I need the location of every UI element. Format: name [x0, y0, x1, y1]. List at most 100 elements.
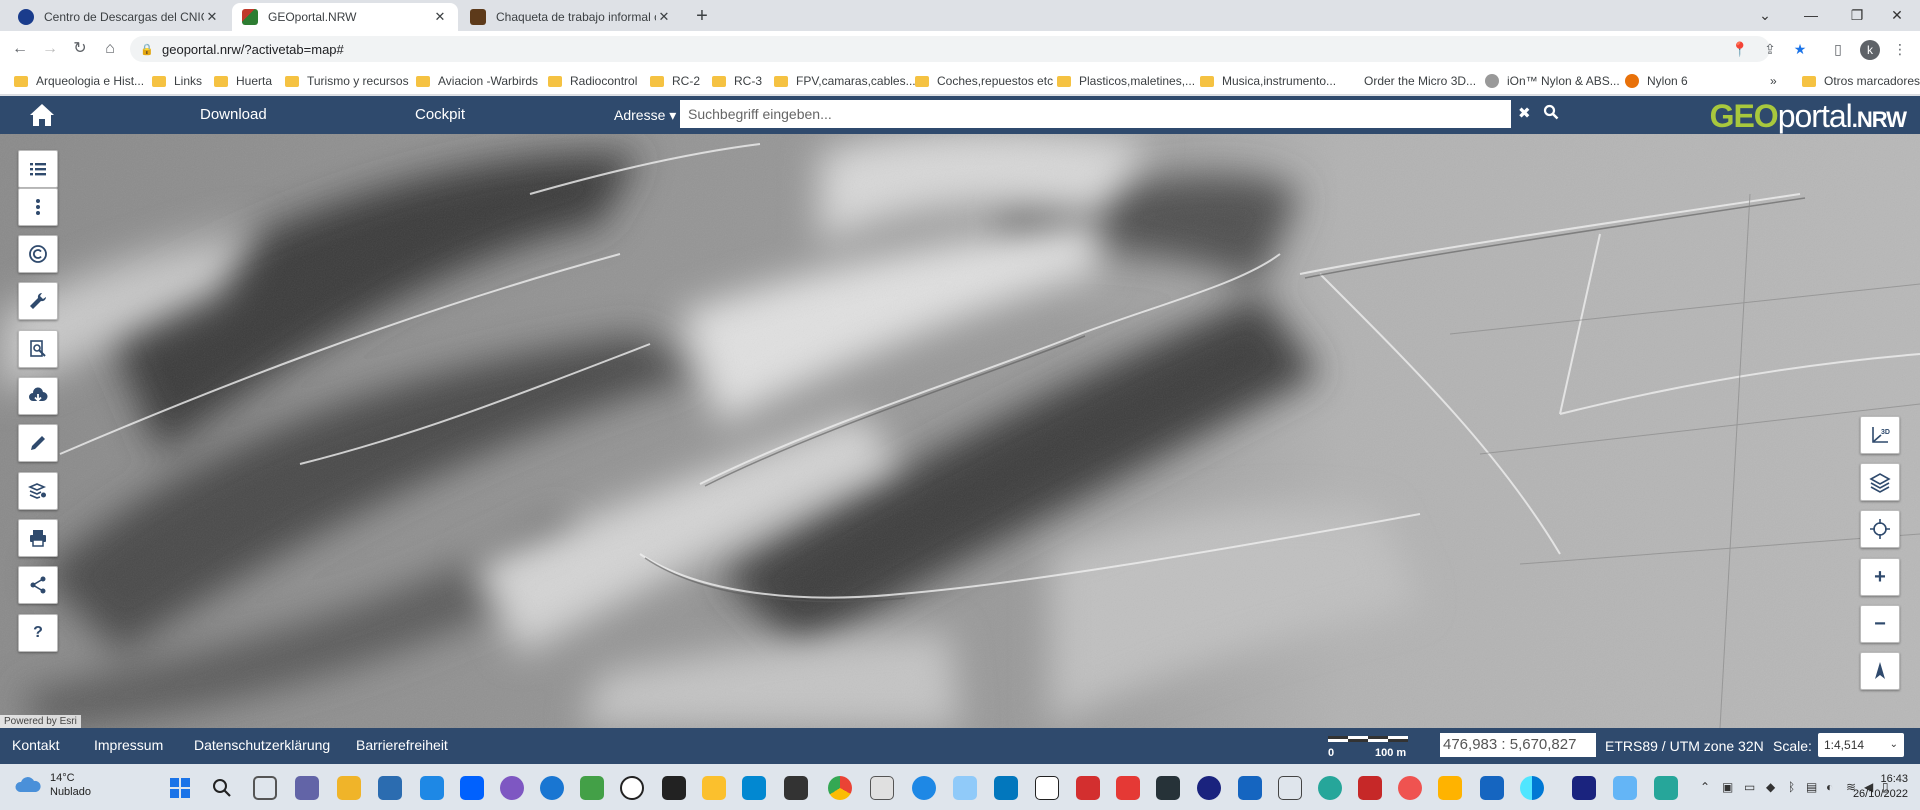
slack-icon[interactable]: [662, 776, 686, 800]
help-app-icon[interactable]: [540, 776, 564, 800]
tab-geoportal[interactable]: GEOportal.NRW ✕: [232, 3, 458, 31]
photos-app-icon[interactable]: [1238, 776, 1262, 800]
profile-avatar[interactable]: k: [1858, 37, 1882, 61]
acrobat-icon[interactable]: [1076, 776, 1100, 800]
chrome-icon[interactable]: [828, 776, 852, 800]
search-icon[interactable]: [1543, 104, 1559, 124]
address-bar[interactable]: 🔒 geoportal.nrw/?activetab=map#: [130, 36, 1770, 62]
bookmark-link[interactable]: iOn™ Nylon & ABS...: [1485, 72, 1620, 90]
bookmark-folder[interactable]: Turismo y recursos: [285, 72, 409, 90]
taskbar-search-icon[interactable]: [210, 776, 234, 800]
windows-start-icon[interactable]: [168, 776, 192, 800]
vscode-icon[interactable]: [1613, 776, 1637, 800]
tray-app2-icon[interactable]: ▤: [1806, 780, 1817, 794]
locate-button[interactable]: [1860, 510, 1900, 548]
tab-chaqueta[interactable]: Chaqueta de trabajo informal cál ✕: [460, 3, 682, 31]
mail-icon[interactable]: [420, 776, 444, 800]
tab-cnig[interactable]: Centro de Descargas del CNIG (I ✕: [8, 3, 230, 31]
system-clock[interactable]: 16:43 26/10/2022: [1853, 772, 1908, 802]
other-bookmarks-folder[interactable]: Otros marcadores: [1802, 72, 1920, 90]
zoom-out-button[interactable]: −: [1860, 605, 1900, 643]
home-icon[interactable]: [28, 102, 56, 128]
blocked-app-icon[interactable]: [912, 776, 936, 800]
bookmark-star-icon[interactable]: ★: [1788, 37, 1812, 61]
pdf-app-icon[interactable]: [1116, 776, 1140, 800]
footer-link-kontakt[interactable]: Kontakt: [12, 737, 59, 753]
draw-button[interactable]: [18, 424, 58, 462]
bookmark-folder[interactable]: RC-3: [712, 72, 762, 90]
film-app-icon[interactable]: [784, 776, 808, 800]
nav-download[interactable]: Download: [200, 106, 267, 123]
blue-app-icon[interactable]: [1480, 776, 1504, 800]
share-button[interactable]: [18, 566, 58, 604]
gear-app-icon[interactable]: [1197, 776, 1221, 800]
tray-chevron-up-icon[interactable]: ⌃: [1700, 780, 1710, 794]
close-tab-icon[interactable]: ✕: [432, 9, 448, 25]
close-tab-icon[interactable]: ✕: [204, 9, 220, 25]
teams-chat-icon[interactable]: [295, 776, 319, 800]
bookmark-folder[interactable]: Musica,instrumento...: [1200, 72, 1336, 90]
close-window-button[interactable]: ✕: [1874, 0, 1920, 31]
bookmarks-overflow-button[interactable]: »: [1770, 72, 1777, 90]
archive-app-icon[interactable]: [1438, 776, 1462, 800]
bookmark-folder[interactable]: Links: [152, 72, 202, 90]
search-input[interactable]: [680, 100, 1511, 128]
tray-defender-icon[interactable]: ◐: [1826, 780, 1833, 794]
3d-view-button[interactable]: 3D: [1860, 416, 1900, 454]
task-view-icon[interactable]: [253, 776, 277, 800]
bluetooth-icon[interactable]: ᛒ: [1788, 780, 1795, 794]
notes-app-icon[interactable]: [994, 776, 1018, 800]
layers-button[interactable]: [1860, 463, 1900, 501]
search-document-button[interactable]: [18, 330, 58, 368]
bookmark-folder[interactable]: Arqueologia e Hist...: [14, 72, 144, 90]
coordinate-system[interactable]: ETRS89 / UTM zone 32N: [1605, 738, 1764, 754]
bookmark-link[interactable]: Nylon 6: [1625, 72, 1688, 90]
edge-icon[interactable]: [1520, 776, 1544, 800]
footer-link-impressum[interactable]: Impressum: [94, 737, 163, 753]
share-page-icon[interactable]: ⇪: [1758, 37, 1782, 61]
reload-icon[interactable]: ↻: [68, 37, 92, 61]
search-app-icon[interactable]: [1654, 776, 1678, 800]
red-app-icon[interactable]: [1398, 776, 1422, 800]
address-type-dropdown[interactable]: Adresse ▾: [614, 107, 676, 124]
tab-search-button[interactable]: ⌄: [1742, 0, 1788, 31]
back-arrow-icon[interactable]: ←: [8, 37, 32, 61]
paint-app-icon[interactable]: [953, 776, 977, 800]
minimize-button[interactable]: —: [1788, 0, 1834, 31]
map-view[interactable]: ? 3D + − Powered by Esri: [0, 134, 1920, 728]
bookmark-folder[interactable]: Plasticos,maletines,...: [1057, 72, 1195, 90]
close-tab-icon[interactable]: ✕: [656, 9, 672, 25]
help-button[interactable]: ?: [18, 614, 58, 652]
tray-display-icon[interactable]: ▭: [1744, 780, 1755, 794]
wifi-tool-icon[interactable]: [1278, 776, 1302, 800]
media-player-icon[interactable]: [702, 776, 726, 800]
clear-search-icon[interactable]: ✖: [1518, 104, 1531, 122]
print-button[interactable]: [18, 519, 58, 557]
location-pin-icon[interactable]: 📍: [1728, 37, 1752, 61]
home-icon[interactable]: ⌂: [98, 37, 122, 61]
footer-link-datenschutz[interactable]: Datenschutzerklärung: [194, 737, 330, 753]
weather-widget[interactable]: 14°C Nublado: [14, 771, 91, 799]
download-button[interactable]: [18, 377, 58, 415]
side-panel-icon[interactable]: ▯: [1826, 37, 1850, 61]
power-automate-icon[interactable]: [742, 776, 766, 800]
zoom-in-button[interactable]: +: [1860, 558, 1900, 596]
store-icon[interactable]: [378, 776, 402, 800]
nav-cockpit[interactable]: Cockpit: [415, 106, 465, 123]
themes-list-button[interactable]: [18, 150, 58, 188]
teal-app-icon[interactable]: [1318, 776, 1342, 800]
copyright-button[interactable]: [18, 235, 58, 273]
north-arrow-button[interactable]: [1860, 652, 1900, 690]
bookmark-folder[interactable]: Aviacion -Warbirds: [416, 72, 538, 90]
tray-dropbox-icon[interactable]: ◆: [1766, 780, 1775, 794]
b-app-icon[interactable]: [620, 776, 644, 800]
geoportal-logo[interactable]: GEOportal.NRW: [1710, 98, 1907, 135]
more-menu-button[interactable]: [18, 188, 58, 226]
file-explorer-icon[interactable]: [337, 776, 361, 800]
bookmark-folder[interactable]: FPV,camaras,cables...: [774, 72, 916, 90]
new-tab-button[interactable]: +: [690, 4, 714, 28]
footer-link-barrierefreiheit[interactable]: Barrierefreiheit: [356, 737, 448, 753]
bookmark-folder[interactable]: Radiocontrol: [548, 72, 637, 90]
bookmark-folder[interactable]: Coches,repuestos etc: [915, 72, 1053, 90]
app-purple-icon[interactable]: [500, 776, 524, 800]
